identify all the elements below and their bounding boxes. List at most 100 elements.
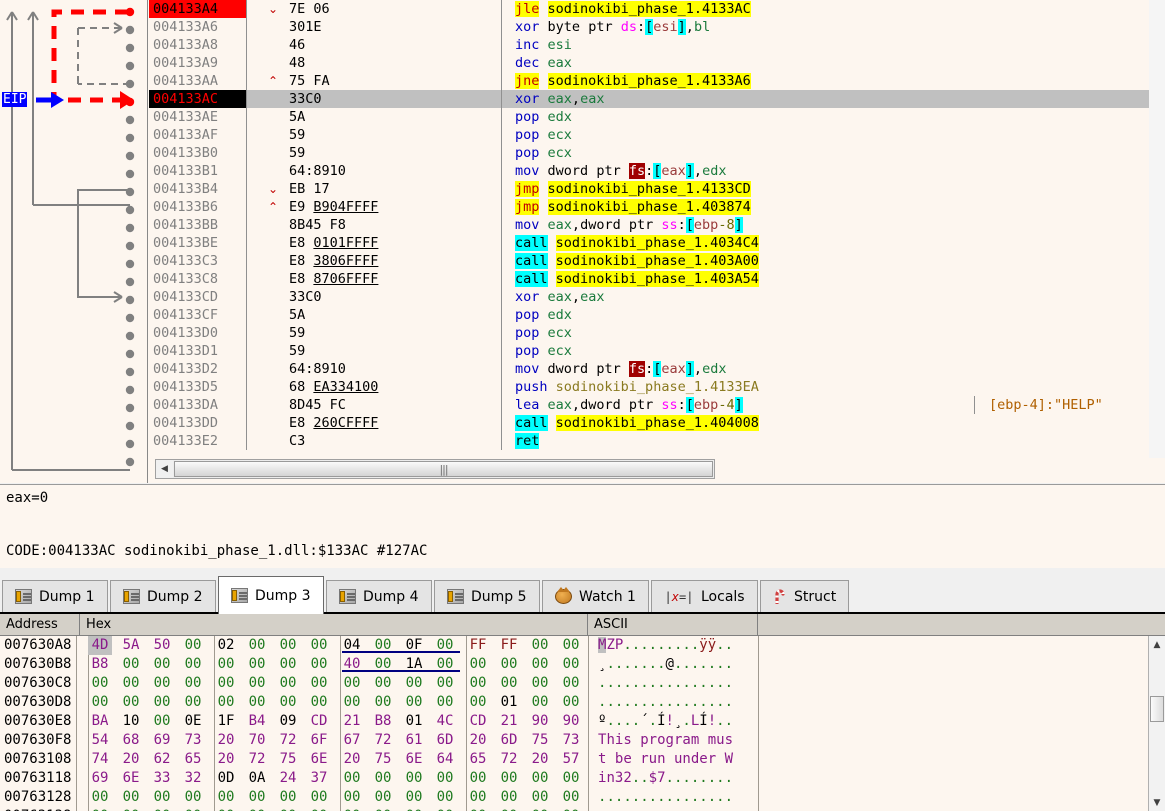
row-comment[interactable]: [ebp-4]:"HELP": [989, 396, 1103, 414]
dump-row[interactable]: 00763118696E33320D0A24370000000000000000…: [0, 769, 1130, 788]
dump-tab-bar[interactable]: Dump 1Dump 2Dump 3Dump 4Dump 5Watch 1|x=…: [0, 576, 1165, 614]
hex-byte[interactable]: 00: [497, 788, 521, 807]
hex-byte[interactable]: 00: [214, 807, 238, 811]
hex-byte[interactable]: 10: [119, 712, 143, 731]
row-instruction[interactable]: pop ecx: [515, 144, 572, 162]
row-opcode-bytes[interactable]: E9 B904FFFF: [289, 198, 378, 216]
row-instruction[interactable]: ret: [515, 432, 539, 450]
row-instruction[interactable]: mov dword ptr fs:[eax],edx: [515, 162, 726, 180]
row-address[interactable]: 004133CD: [149, 288, 246, 306]
dump-row[interactable]: 0076312800000000000000000000000000000000…: [0, 788, 1130, 807]
hex-byte[interactable]: 54: [88, 731, 112, 750]
hex-byte[interactable]: 00: [119, 655, 143, 674]
hex-byte[interactable]: 61: [402, 731, 426, 750]
hex-byte[interactable]: 00: [181, 655, 205, 674]
hex-byte[interactable]: 62: [150, 750, 174, 769]
row-instruction[interactable]: pop edx: [515, 108, 572, 126]
hex-byte[interactable]: 00: [88, 674, 112, 693]
disassembly-row[interactable]: 004133B6⌃E9 B904FFFFjmp sodinokibi_phase…: [149, 198, 1165, 216]
row-opcode-bytes[interactable]: E8 0101FFFF: [289, 234, 378, 252]
disassembly-row[interactable]: 004133AA⌃75 FAjne sodinokibi_phase_1.413…: [149, 72, 1165, 90]
hex-byte[interactable]: 65: [181, 750, 205, 769]
row-address[interactable]: 004133B6: [149, 198, 246, 216]
row-instruction[interactable]: jle sodinokibi_phase_1.4133AC: [515, 0, 751, 18]
hex-byte[interactable]: 00: [528, 655, 552, 674]
hex-byte[interactable]: 64: [433, 750, 457, 769]
hex-byte[interactable]: 00: [528, 674, 552, 693]
hex-byte[interactable]: 00: [276, 693, 300, 712]
row-opcode-bytes[interactable]: 7E 06: [289, 0, 330, 18]
hex-byte[interactable]: 00: [119, 807, 143, 811]
disassembly-vertical-scrollbar[interactable]: [1149, 0, 1165, 458]
hex-byte[interactable]: 20: [214, 750, 238, 769]
hex-byte[interactable]: 20: [528, 750, 552, 769]
hex-byte[interactable]: 01: [497, 693, 521, 712]
hex-byte[interactable]: 02: [214, 636, 238, 655]
hex-byte[interactable]: 00: [119, 693, 143, 712]
dump-row-address[interactable]: 007630D8: [4, 693, 71, 712]
hex-byte[interactable]: 00: [307, 807, 331, 811]
dump-row[interactable]: 0076313800000000000000000000000000000000…: [0, 807, 1130, 811]
hex-byte[interactable]: 00: [119, 674, 143, 693]
dump-row-address[interactable]: 007630B8: [4, 655, 71, 674]
jump-arrow-pane[interactable]: EIP: [0, 0, 148, 483]
hex-byte[interactable]: 75: [276, 750, 300, 769]
row-address[interactable]: 004133AC: [149, 90, 246, 108]
row-instruction[interactable]: inc esi: [515, 36, 572, 54]
dump-row-address[interactable]: 00763118: [4, 769, 71, 788]
dump-row-ascii[interactable]: MZP.........ÿÿ..: [598, 636, 733, 655]
dump-row[interactable]: 007630A84D5A50000200000004000F00FFFF0000…: [0, 636, 1130, 655]
hex-byte[interactable]: 00: [466, 674, 490, 693]
hex-byte[interactable]: 00: [433, 693, 457, 712]
hex-byte[interactable]: 75: [371, 750, 395, 769]
hex-byte[interactable]: 00: [150, 788, 174, 807]
dump-row-list[interactable]: 007630A84D5A50000200000004000F00FFFF0000…: [0, 636, 1130, 811]
tab-struct[interactable]: Struct: [760, 580, 849, 612]
hex-byte[interactable]: 00: [402, 788, 426, 807]
row-opcode-bytes[interactable]: 46: [289, 36, 305, 54]
dump-row[interactable]: 007630E8BA10000E1FB409CD21B8014CCD219090…: [0, 712, 1130, 731]
dump-scroll-thumb[interactable]: [1150, 696, 1164, 722]
tab-dump-5[interactable]: Dump 5: [434, 580, 540, 612]
disassembly-row[interactable]: 004133A8 46 inc esi: [149, 36, 1165, 54]
hex-byte[interactable]: 70: [245, 731, 269, 750]
hex-byte[interactable]: 6D: [497, 731, 521, 750]
hex-byte[interactable]: 00: [214, 788, 238, 807]
hex-byte[interactable]: 21: [340, 712, 364, 731]
disassembly-row[interactable]: 004133AF59pop ecx: [149, 126, 1165, 144]
row-address[interactable]: 004133A6: [149, 18, 246, 36]
dump-row-ascii[interactable]: ................: [598, 674, 733, 693]
hex-byte[interactable]: 00: [433, 807, 457, 811]
row-instruction[interactable]: xor eax,eax: [515, 288, 604, 306]
hex-byte[interactable]: 00: [559, 769, 583, 788]
hex-byte[interactable]: 00: [371, 769, 395, 788]
row-address[interactable]: 004133AE: [149, 108, 246, 126]
scroll-down-icon[interactable]: ▼: [1149, 794, 1165, 811]
row-address[interactable]: 004133D2: [149, 360, 246, 378]
dump-row-ascii[interactable]: This program mus: [598, 731, 733, 750]
row-instruction[interactable]: push sodinokibi_phase_1.4133EA: [515, 378, 759, 396]
hex-byte[interactable]: 74: [88, 750, 112, 769]
hex-byte[interactable]: 65: [466, 750, 490, 769]
hex-byte[interactable]: 00: [371, 693, 395, 712]
hex-byte[interactable]: BA: [88, 712, 112, 731]
row-instruction[interactable]: mov eax,dword ptr ss:[ebp-8]: [515, 216, 743, 234]
row-opcode-bytes[interactable]: EB 17: [289, 180, 330, 198]
row-address[interactable]: 004133C3: [149, 252, 246, 270]
row-opcode-bytes[interactable]: C3: [289, 432, 305, 450]
header-extra[interactable]: [758, 614, 1148, 635]
hex-byte[interactable]: 00: [150, 674, 174, 693]
dump-row[interactable]: 00763108742062652072756E20756E6465722057…: [0, 750, 1130, 769]
row-address[interactable]: 004133A8: [149, 36, 246, 54]
disassembly-row[interactable]: 004133DDE8 260CFFFFcall sodinokibi_phase…: [149, 414, 1165, 432]
row-instruction[interactable]: lea eax,dword ptr ss:[ebp-4]: [515, 396, 743, 414]
hex-byte[interactable]: 50: [150, 636, 174, 655]
dump-row-address[interactable]: 00763128: [4, 788, 71, 807]
hex-byte[interactable]: 00: [340, 674, 364, 693]
hex-byte[interactable]: 00: [559, 807, 583, 811]
dump-row-address[interactable]: 00763108: [4, 750, 71, 769]
row-opcode-bytes[interactable]: 5A: [289, 306, 305, 324]
hex-byte[interactable]: 00: [466, 788, 490, 807]
row-address[interactable]: 004133C8: [149, 270, 246, 288]
hex-byte[interactable]: 09: [276, 712, 300, 731]
